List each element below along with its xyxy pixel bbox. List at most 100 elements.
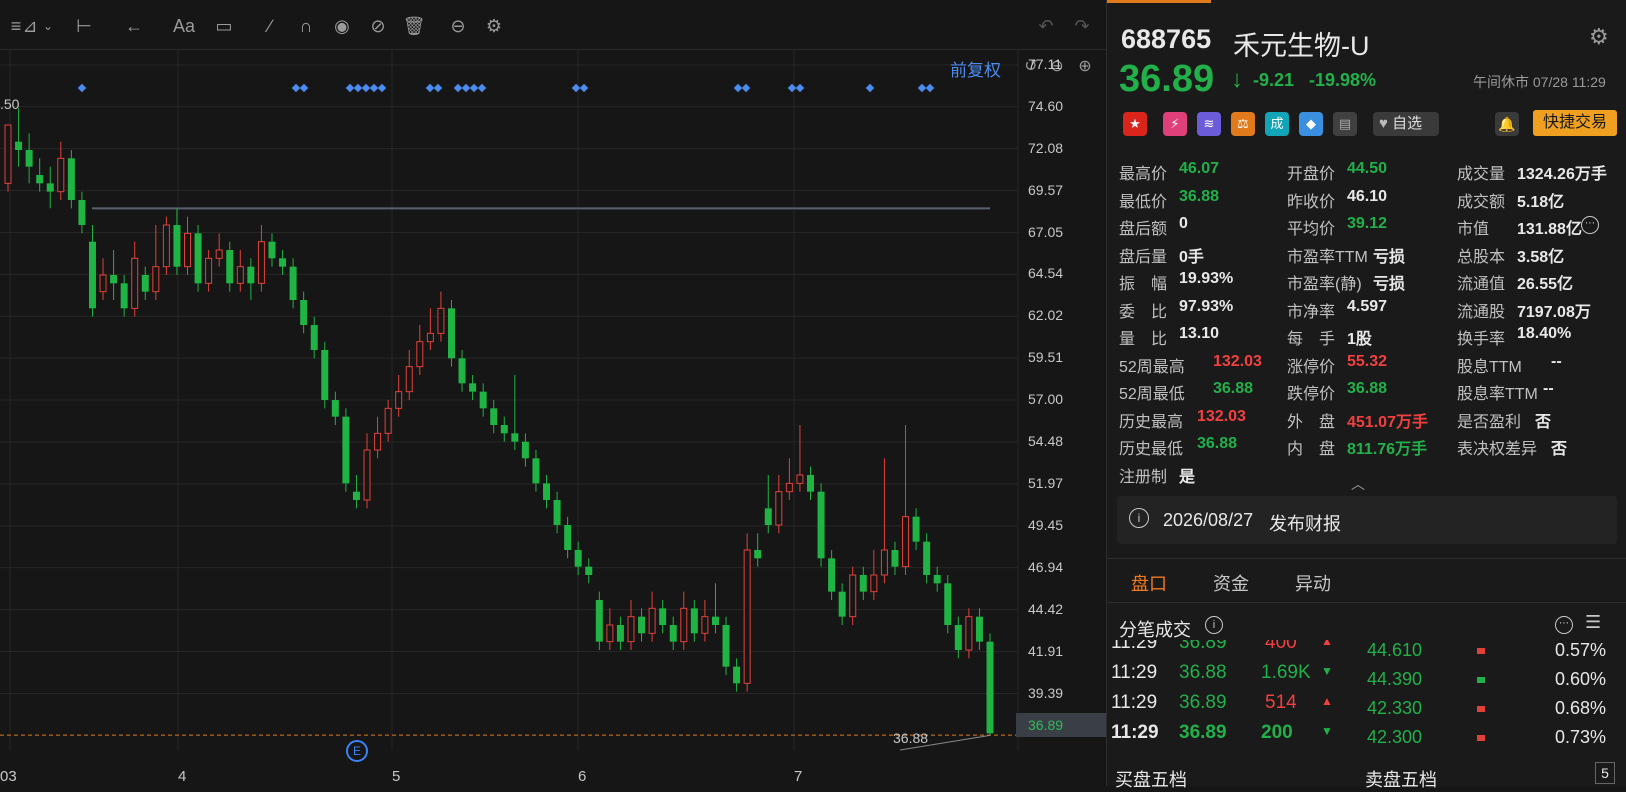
stat-label: 跌停价 (1287, 386, 1336, 403)
y-tick-label: 59.51 (1028, 349, 1064, 366)
y-tick-label: 77.11 (1028, 55, 1062, 72)
candle-body (447, 308, 455, 359)
order-pct: 0.68% (1555, 698, 1607, 718)
market-status: 午间休市 07/28 11:29 (1473, 74, 1606, 90)
hide-icon[interactable]: ⊘ (366, 14, 390, 38)
candle-body (954, 625, 962, 650)
candle-body (405, 366, 413, 393)
more-icon[interactable]: ⋯ (1581, 216, 1599, 234)
stock-name: 禾元生物-U (1233, 31, 1370, 61)
tab-funds[interactable]: 资金 (1213, 570, 1249, 596)
watchlist-button[interactable]: ♥ 自选 (1373, 112, 1439, 136)
measure-tool-icon[interactable]: ⊢ (70, 14, 98, 38)
tab-pankou[interactable]: 盘口 (1131, 570, 1167, 596)
stat-value: 13.10 (1179, 325, 1220, 342)
margin-icon[interactable]: ⚡ (1163, 112, 1187, 136)
stat-label: 成交量 (1457, 166, 1506, 183)
candle-body (395, 391, 403, 409)
depth-count[interactable]: 5 (1595, 762, 1615, 784)
y-tick-label: 39.39 (1028, 684, 1064, 701)
y-tick-label: 44.42 (1028, 600, 1064, 617)
stat-label: 开盘价 (1287, 166, 1336, 183)
overlay-icon[interactable]: ⊖ (444, 14, 472, 38)
price-change: -9.21 (1253, 70, 1295, 90)
volume-bar (1477, 677, 1485, 683)
tab-movements[interactable]: 异动 (1295, 570, 1331, 596)
pen-icon[interactable]: ∕ (258, 14, 282, 38)
candle-body (479, 391, 487, 409)
candle-body (162, 224, 170, 268)
redo-icon[interactable]: ↷ (1070, 14, 1094, 38)
y-tick-label: 64.54 (1028, 265, 1064, 282)
stat-value: 7197.08万 (1517, 303, 1591, 321)
registration-tag[interactable]: 成 (1265, 112, 1289, 136)
balance-icon[interactable]: ⚖ (1231, 112, 1255, 136)
stat-value: 36.88 (1197, 435, 1238, 452)
stat-value: 18.40% (1517, 325, 1572, 342)
candle-body (711, 616, 719, 625)
event-marker (571, 83, 581, 93)
candle-body (36, 175, 44, 184)
stat-label: 每 手 (1287, 331, 1336, 348)
stat-label: 盘后量 (1119, 248, 1168, 266)
stat-label: 涨停价 (1287, 358, 1336, 376)
stat-value: 811.76万手 (1347, 441, 1428, 458)
tick-time: 11:29 (1111, 640, 1158, 653)
text-tool-icon[interactable]: Aa (170, 14, 198, 38)
list-icon[interactable]: ☰ (1585, 612, 1601, 633)
candle-body (648, 607, 656, 634)
candle-body (458, 358, 466, 384)
stat-value: -- (1543, 380, 1554, 397)
note-icon[interactable]: ▤ (1333, 112, 1357, 136)
gear-icon[interactable]: ⚙ (482, 14, 506, 38)
comment-icon[interactable]: ▭ (212, 14, 236, 38)
candlestick-chart[interactable] (0, 50, 1106, 786)
magnet-icon[interactable]: ∩ (294, 14, 318, 38)
more-icon[interactable]: ⋯ (1555, 616, 1573, 634)
tick-time: 11:29 (1111, 722, 1159, 743)
event-marker (369, 83, 379, 93)
stat-value: 19.93% (1179, 270, 1234, 287)
back-arrow-icon[interactable]: ← (122, 14, 146, 38)
event-marker (917, 83, 927, 93)
database-icon[interactable]: ≋ (1197, 112, 1221, 136)
tick-price: 36.89 (1179, 722, 1227, 743)
stat-label: 昨收价 (1287, 193, 1336, 211)
candle-body (131, 257, 139, 309)
candle-body (838, 591, 846, 617)
eye-icon[interactable]: ◉ (330, 14, 354, 38)
candle-body (521, 441, 529, 459)
candle-body (669, 625, 677, 642)
info-icon[interactable]: i (1205, 616, 1223, 634)
y-tick-label: 69.57 (1028, 181, 1064, 198)
candle-body (806, 475, 814, 492)
ticks-title: 分笔成交 (1119, 620, 1191, 640)
divider (1107, 602, 1626, 603)
trash-icon[interactable]: 🗑 (402, 14, 426, 38)
tick-price: 36.89 (1179, 640, 1227, 653)
candle-body (257, 241, 265, 284)
earnings-event-icon[interactable]: E (346, 740, 368, 762)
candle-body (912, 516, 920, 542)
settings-gear-icon[interactable]: ⚙ (1589, 24, 1609, 50)
adjust-mode-button[interactable]: 前复权 (950, 56, 1001, 81)
fib-tool-icon[interactable]: ⊿ (18, 14, 42, 38)
buy-book-label: 买盘五档 (1115, 770, 1187, 790)
candle-body (15, 141, 23, 150)
y-tick-label: 41.91 (1028, 642, 1064, 659)
event-marker (433, 83, 443, 93)
y-tick-label: 49.45 (1028, 516, 1064, 533)
undo-icon[interactable]: ↶ (1034, 14, 1058, 38)
candle-body (141, 275, 149, 292)
bell-icon[interactable]: 🔔 (1495, 112, 1519, 136)
candle-body (574, 550, 582, 567)
collapse-chevron-icon[interactable]: ︿ (1351, 474, 1365, 494)
candle-body (754, 550, 762, 559)
order-pct: 0.73% (1555, 727, 1607, 747)
earnings-notice[interactable]: i 2026/08/27 发布财报 (1117, 496, 1617, 544)
quick-trade-button[interactable]: 快捷交易 (1533, 110, 1617, 136)
candle-body (638, 616, 646, 634)
stat-label: 股息TTM (1457, 358, 1522, 376)
label-tag-icon[interactable]: ◆ (1299, 112, 1323, 136)
chart-area[interactable]: ≡ ⌄ ⊿ ⊢ ← Aa ▭ ∕ ∩ ◉ ⊘ 🗑 ⊖ ⚙ ↶ ↷ 前复权 ↺ ⊖… (0, 0, 1106, 786)
